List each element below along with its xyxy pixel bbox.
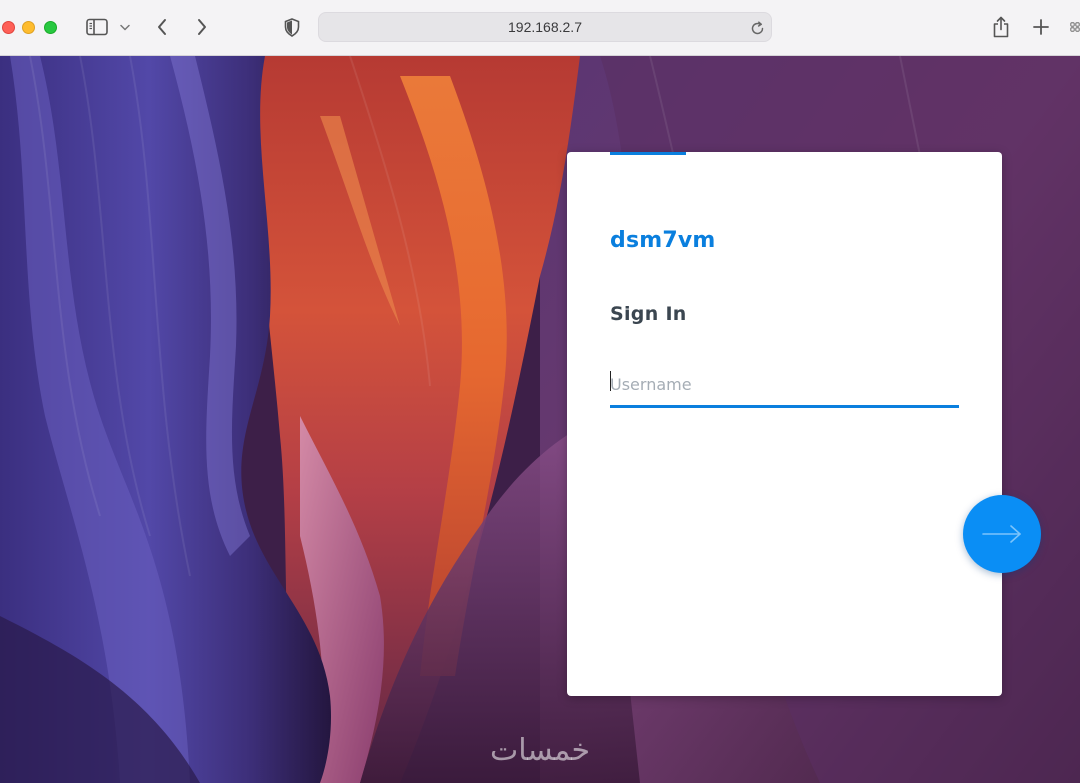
minimize-window-button[interactable] [22, 21, 35, 34]
username-field[interactable] [610, 364, 959, 408]
arrow-right-icon [982, 525, 1021, 543]
shield-icon[interactable] [281, 16, 303, 38]
chevron-right-icon[interactable] [192, 15, 212, 39]
sidebar-icon[interactable] [84, 16, 110, 38]
address-bar[interactable]: 192.168.2.7 [318, 12, 772, 42]
chevron-down-icon[interactable] [118, 20, 132, 34]
plus-icon[interactable] [1031, 17, 1051, 37]
watermark-logo: خمسات [489, 732, 591, 768]
share-icon[interactable] [990, 14, 1012, 40]
login-card: dsm7vm Sign In [567, 152, 1002, 696]
close-window-button[interactable] [2, 21, 15, 34]
browser-toolbar: 192.168.2.7 [0, 0, 1080, 56]
server-hostname: dsm7vm [610, 228, 716, 253]
chevron-left-icon[interactable] [152, 15, 172, 39]
username-underline [610, 405, 959, 408]
url-text[interactable]: 192.168.2.7 [319, 13, 771, 41]
username-input[interactable] [610, 364, 959, 404]
sign-in-submit-button[interactable] [963, 495, 1041, 573]
reload-icon[interactable] [747, 18, 767, 38]
tab-overview-icon[interactable] [1070, 18, 1080, 36]
sign-in-heading: Sign In [610, 303, 687, 325]
card-accent-bar [610, 152, 686, 155]
zoom-window-button[interactable] [44, 21, 57, 34]
text-caret [610, 371, 611, 391]
